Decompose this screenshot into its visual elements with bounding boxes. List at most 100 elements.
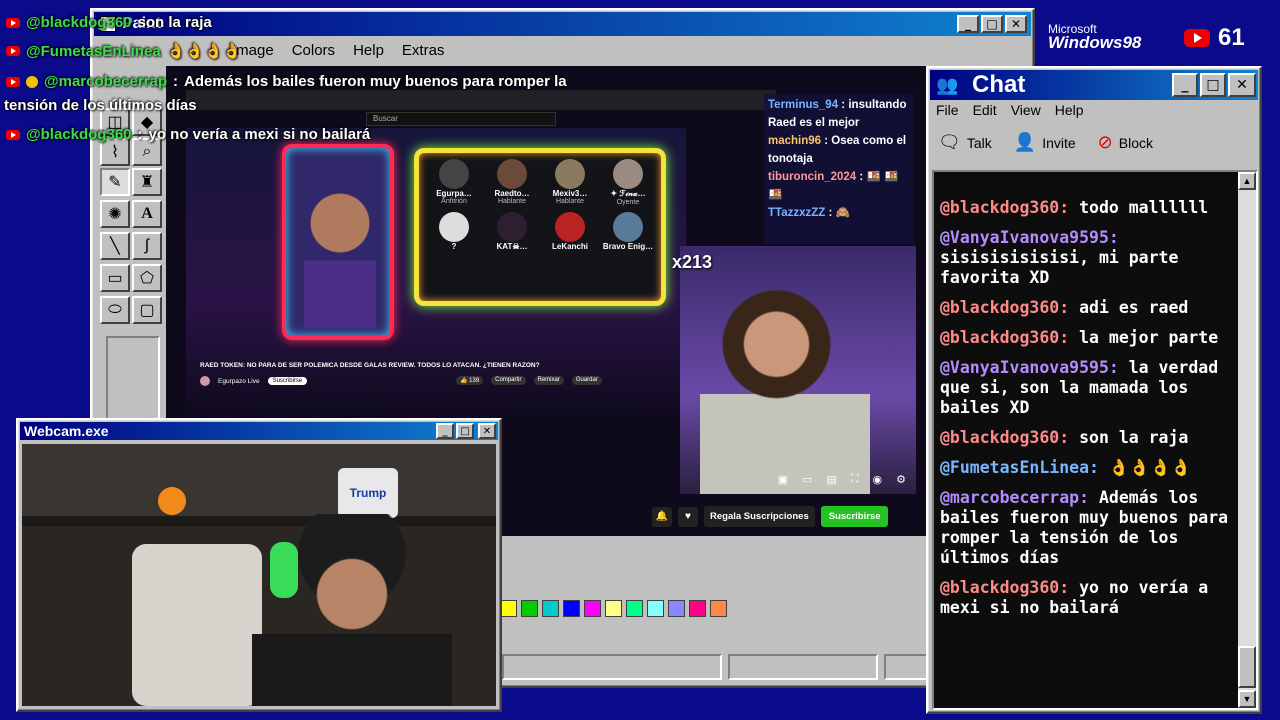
rectangle-tool[interactable]: ▭: [100, 264, 130, 292]
tool-options-box: [106, 336, 160, 426]
status-pane-2: [728, 654, 878, 680]
chat-maximize-button[interactable]: □: [1200, 73, 1226, 97]
subscribe-bar: 🔔 ♥ Regala Suscripciones Suscribirse: [652, 506, 889, 527]
overlay-chat-separator: :: [137, 126, 143, 143]
participant-name: Raedto…: [494, 189, 530, 198]
participant[interactable]: ✦ ℱ𝒾𝓃𝒶… Oyente: [599, 159, 657, 206]
chat-menu-file[interactable]: File: [936, 102, 959, 118]
color-swatch-teal[interactable]: [542, 600, 559, 617]
remix-button[interactable]: Remixar: [533, 376, 564, 385]
participant[interactable]: KAT☠…: [483, 212, 541, 251]
participant[interactable]: Raedto… Hablante: [483, 159, 541, 206]
color-swatch-green[interactable]: [521, 600, 538, 617]
color-swatch-magenta[interactable]: [584, 600, 601, 617]
invite-button[interactable]: 👤 Invite: [1014, 132, 1076, 153]
participant[interactable]: Bravo Enig…: [599, 212, 657, 251]
brush-tool[interactable]: ♜: [132, 168, 162, 196]
curve-tool[interactable]: ∫: [132, 232, 162, 260]
participant[interactable]: ?: [425, 212, 483, 251]
color-swatch-light-yellow[interactable]: [605, 600, 622, 617]
participant[interactable]: LeKanchi: [541, 212, 599, 251]
participant-name: LeKanchi: [551, 242, 588, 251]
participant-avatar: [555, 212, 585, 242]
webcam-maximize-button[interactable]: □: [456, 423, 474, 439]
autoplay-icon[interactable]: ◉: [873, 473, 883, 486]
color-swatch-orange[interactable]: [710, 600, 727, 617]
color-swatch-pink[interactable]: [689, 600, 706, 617]
chat-app-icon: 👥: [936, 75, 959, 95]
pencil-tool[interactable]: ✎: [100, 168, 130, 196]
gift-subscriptions-button[interactable]: Regala Suscripciones: [704, 506, 815, 527]
theater-icon[interactable]: ▭: [802, 473, 812, 486]
scroll-thumb[interactable]: [1238, 646, 1256, 688]
chat-menu-view[interactable]: View: [1011, 102, 1041, 118]
bell-icon[interactable]: 🔔: [652, 506, 672, 527]
block-label: Block: [1118, 134, 1153, 151]
paint-minimize-button[interactable]: _: [957, 15, 979, 33]
color-swatch-mint[interactable]: [626, 600, 643, 617]
color-swatch-light-cyan[interactable]: [647, 600, 664, 617]
chat-titlebar[interactable]: 👥 Chat _ □ ✕: [930, 70, 1258, 100]
menu-help[interactable]: Help: [353, 42, 384, 59]
fullscreen-icon[interactable]: ⛶: [851, 473, 859, 486]
overlay-chat-line: tensión de los últimos días: [4, 97, 197, 114]
browser-search-box[interactable]: Buscar: [366, 112, 556, 126]
chat-message-user: @blackdog360:: [940, 428, 1070, 447]
chat-minimize-button[interactable]: _: [1172, 73, 1198, 97]
webcam-minimize-button[interactable]: _: [436, 423, 454, 439]
settings-icon[interactable]: ⚙: [896, 473, 906, 486]
color-swatch-blue[interactable]: [563, 600, 580, 617]
webcam-close-button[interactable]: ✕: [478, 423, 496, 439]
yt-chat-message: TTazzxzZZ : 🙈: [768, 207, 850, 219]
chat-message-text: adi es raed: [1079, 298, 1189, 317]
airbrush-tool[interactable]: ✺: [100, 200, 130, 228]
chat-message: @VanyaIvanova9595: la verdad que si, son…: [940, 358, 1236, 418]
yt-chat-message: machin96 : Osea como el tonotaja: [768, 135, 907, 165]
participants-grid: Egurpa… Anfitrión Raedto… Hablante Mexiv…: [425, 159, 657, 251]
chat-close-button[interactable]: ✕: [1228, 73, 1256, 97]
like-button[interactable]: 👍 139: [456, 376, 484, 385]
participant-avatar: [439, 212, 469, 242]
talk-button[interactable]: 🗨 Talk: [938, 132, 992, 153]
subscribe-button[interactable]: Suscribirse: [820, 506, 889, 527]
miniplayer-icon[interactable]: ▣: [778, 473, 788, 486]
share-button[interactable]: Compartir: [491, 376, 526, 385]
ellipse-tool[interactable]: ⬭: [100, 296, 130, 324]
overlay-chat-line: @FumetasEnLinea 👌👌👌👌: [6, 42, 241, 60]
participant[interactable]: Egurpa… Anfitrión: [425, 159, 483, 206]
save-button[interactable]: Guardar: [571, 376, 602, 385]
scroll-down-arrow[interactable]: ▼: [1238, 690, 1256, 708]
cast-icon[interactable]: ▤: [826, 473, 836, 486]
video-actions: 👍 139 Compartir Remixar Guardar: [456, 376, 602, 385]
color-swatch-yellow[interactable]: [500, 600, 517, 617]
heart-icon[interactable]: ♥: [678, 506, 698, 527]
paint-maximize-button[interactable]: □: [981, 15, 1003, 33]
paint-titlebar[interactable]: Paint _ □ ✕: [94, 12, 1031, 36]
brand-windows98: Windows98: [1048, 33, 1142, 52]
scroll-up-arrow[interactable]: ▲: [1238, 172, 1256, 190]
channel-name[interactable]: Egurpazo Live: [218, 378, 260, 385]
polygon-tool[interactable]: ⬠: [132, 264, 162, 292]
color-swatch-periwinkle[interactable]: [668, 600, 685, 617]
participant-name: ?: [451, 242, 457, 251]
chair-back: [132, 544, 262, 706]
channel-subscribe-button[interactable]: Suscribirse: [267, 377, 308, 385]
chat-scrollbar[interactable]: ▲ ▼: [1238, 172, 1256, 708]
chat-message-user: @VanyaIvanova9595:: [940, 228, 1119, 247]
chat-menu-help[interactable]: Help: [1055, 102, 1084, 118]
chat-menu-edit[interactable]: Edit: [973, 102, 997, 118]
rounded-rect-tool[interactable]: ▢: [132, 296, 162, 324]
menu-colors[interactable]: Colors: [292, 42, 335, 59]
line-tool[interactable]: ╲: [100, 232, 130, 260]
block-button[interactable]: ⊘ Block: [1098, 132, 1153, 153]
streamer-figure: [304, 178, 376, 328]
participant[interactable]: Mexiv3… Hablante: [541, 159, 599, 206]
chat-message-user: @marcobecerrap:: [940, 488, 1090, 507]
menu-extras[interactable]: Extras: [402, 42, 445, 59]
text-tool[interactable]: A: [132, 200, 162, 228]
webcam-feed: Trump: [22, 444, 496, 706]
webcam-titlebar[interactable]: Webcam.exe _ □ ✕: [20, 422, 498, 440]
chat-message: @FumetasEnLinea: 👌👌👌👌: [940, 458, 1236, 478]
chat-message-text: todo mallllll: [1079, 198, 1209, 217]
paint-close-button[interactable]: ✕: [1005, 15, 1027, 33]
